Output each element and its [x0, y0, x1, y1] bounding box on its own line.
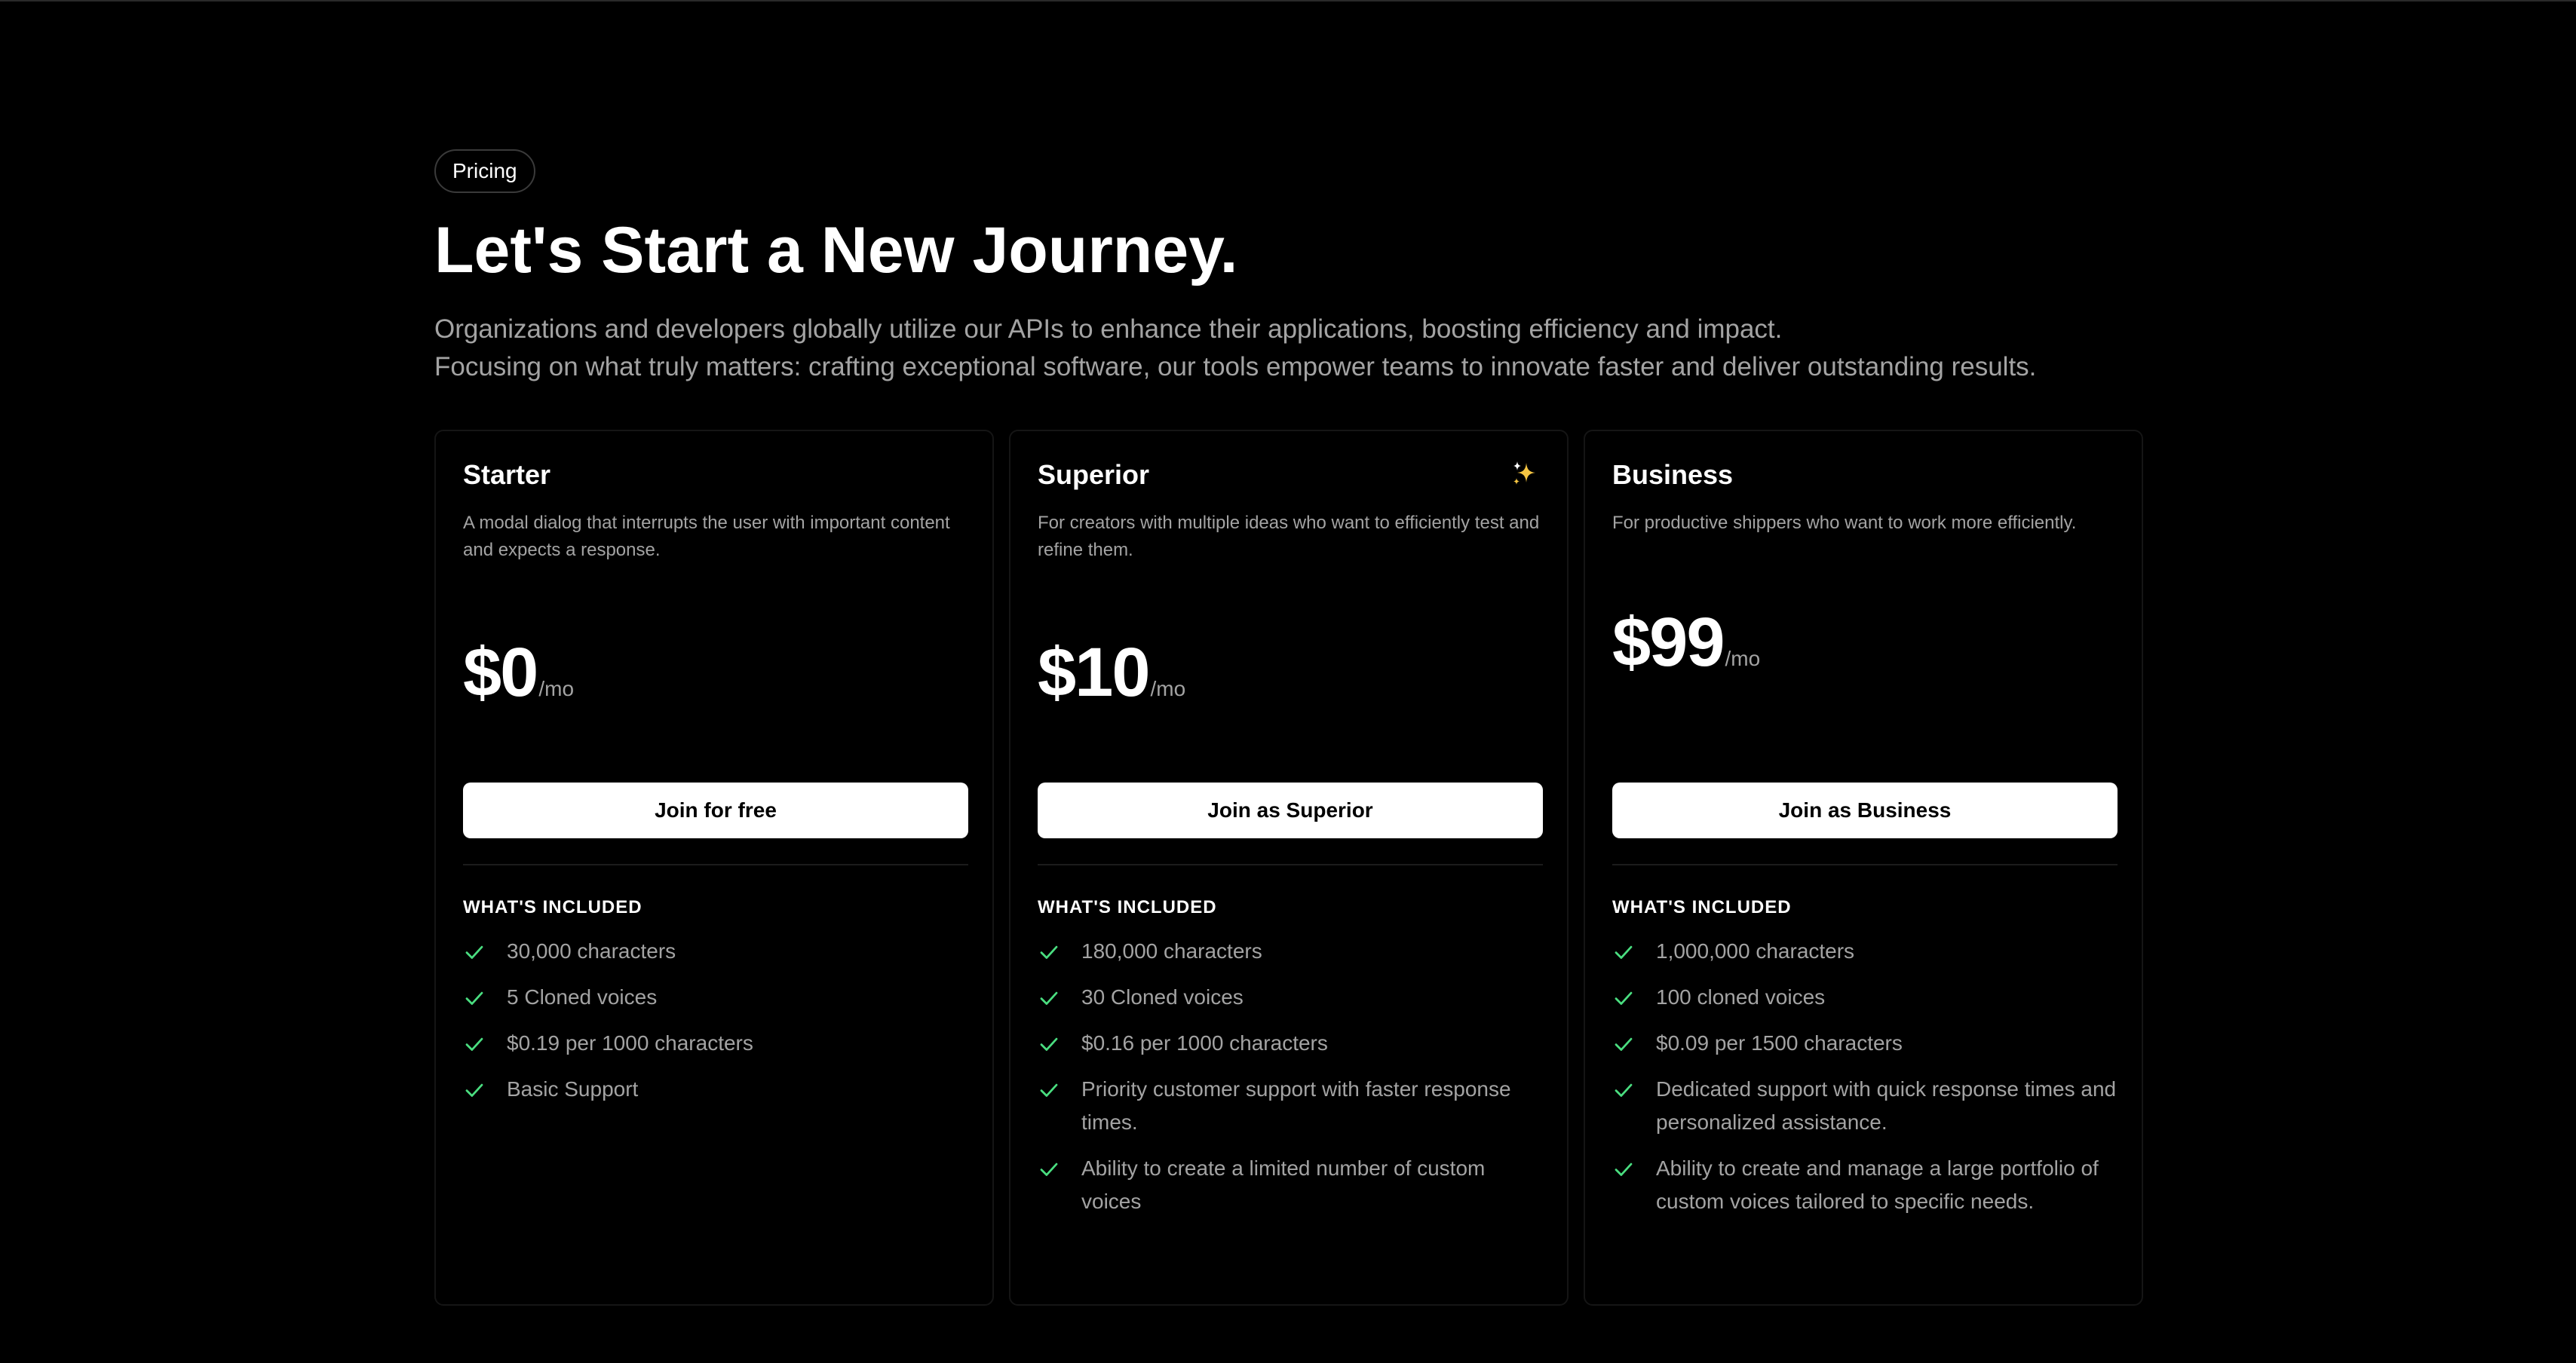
plan-price: $10 /mo — [1038, 635, 1185, 710]
feature-text: Ability to create a limited number of cu… — [1081, 1156, 1486, 1213]
feature-item: 30,000 characters — [463, 938, 968, 968]
join-superior-button[interactable]: Join as Superior — [1038, 783, 1543, 838]
feature-text: $0.19 per 1000 characters — [507, 1031, 753, 1055]
check-icon — [1615, 1162, 1633, 1176]
join-business-button[interactable]: Join as Business — [1612, 783, 2118, 838]
plan-card-business: Business For productive shippers who wan… — [1584, 430, 2143, 1306]
feature-item: 180,000 characters — [1038, 938, 1543, 968]
feature-list: 1,000,000 characters 100 cloned voices $… — [1612, 938, 2118, 1234]
divider — [1612, 864, 2118, 865]
check-icon — [1040, 945, 1058, 959]
feature-item: $0.19 per 1000 characters — [463, 1030, 968, 1060]
check-icon — [465, 945, 483, 959]
feature-item: Priority customer support with faster re… — [1038, 1076, 1543, 1139]
price-amount: $99 — [1612, 604, 1725, 681]
feature-text: Basic Support — [507, 1077, 639, 1101]
feature-item: 5 Cloned voices — [463, 984, 968, 1014]
plan-description: For creators with multiple ideas who wan… — [1038, 513, 1540, 560]
price-amount: $0 — [463, 634, 538, 711]
pricing-badge: Pricing — [434, 149, 535, 193]
check-icon — [1040, 991, 1058, 1005]
price-amount: $10 — [1038, 634, 1150, 711]
plan-card-starter: Starter A modal dialog that interrupts t… — [434, 430, 994, 1306]
feature-item: $0.16 per 1000 characters — [1038, 1030, 1543, 1060]
check-icon — [465, 991, 483, 1005]
included-heading: WHAT'S INCLUDED — [1612, 897, 1792, 917]
check-icon — [1615, 991, 1633, 1005]
feature-text: 5 Cloned voices — [507, 985, 658, 1009]
price-period: /mo — [1725, 647, 1761, 670]
feature-text: $0.09 per 1500 characters — [1656, 1031, 1903, 1055]
plan-description: A modal dialog that interrupts the user … — [463, 513, 950, 560]
feature-item: $0.09 per 1500 characters — [1612, 1030, 2118, 1060]
check-icon — [1040, 1162, 1058, 1176]
plan-description: For productive shippers who want to work… — [1612, 513, 2077, 533]
check-icon — [465, 1037, 483, 1051]
feature-item: Ability to create a limited number of cu… — [1038, 1155, 1543, 1218]
plan-name: Superior — [1038, 459, 1150, 490]
feature-text: $0.16 per 1000 characters — [1081, 1031, 1328, 1055]
plan-price: $0 /mo — [463, 635, 574, 710]
included-heading: WHAT'S INCLUDED — [1038, 897, 1217, 917]
join-free-button[interactable]: Join for free — [463, 783, 968, 838]
feature-item: 30 Cloned voices — [1038, 984, 1543, 1014]
feature-item: 1,000,000 characters — [1612, 938, 2118, 968]
check-icon — [1040, 1037, 1058, 1051]
feature-text: Priority customer support with faster re… — [1081, 1077, 1511, 1134]
plan-name: Starter — [463, 459, 551, 490]
plan-name: Business — [1612, 459, 1734, 490]
subtitle-line-1: Organizations and developers globally ut… — [434, 314, 1783, 344]
plan-cards: Starter A modal dialog that interrupts t… — [434, 430, 2143, 1306]
feature-text: Dedicated support with quick response ti… — [1656, 1077, 2117, 1134]
feature-item: Ability to create and manage a large por… — [1612, 1155, 2118, 1218]
price-period: /mo — [538, 677, 575, 700]
plan-price: $99 /mo — [1612, 605, 1760, 680]
feature-list: 180,000 characters 30 Cloned voices $0.1… — [1038, 938, 1543, 1234]
check-icon — [1040, 1083, 1058, 1097]
feature-text: 180,000 characters — [1081, 939, 1262, 963]
feature-text: Ability to create and manage a large por… — [1656, 1156, 2099, 1213]
check-icon — [1615, 1037, 1633, 1051]
feature-text: 30,000 characters — [507, 939, 676, 963]
check-icon — [1615, 945, 1633, 959]
included-heading: WHAT'S INCLUDED — [463, 897, 642, 917]
check-icon — [1615, 1083, 1633, 1097]
sparkle-icon — [1513, 461, 1535, 485]
plan-card-superior: Superior For creators with multiple idea… — [1009, 430, 1569, 1306]
feature-item: Basic Support — [463, 1076, 968, 1106]
feature-text: 100 cloned voices — [1656, 985, 1826, 1009]
pricing-section: Pricing Let's Start a New Journey. Organ… — [434, 149, 2145, 1306]
feature-item: Dedicated support with quick response ti… — [1612, 1076, 2118, 1139]
page-subtitle: Organizations and developers globally ut… — [434, 311, 2145, 386]
price-period: /mo — [1150, 677, 1186, 700]
feature-item: 100 cloned voices — [1612, 984, 2118, 1014]
feature-list: 30,000 characters 5 Cloned voices $0.19 … — [463, 938, 968, 1122]
divider — [463, 864, 968, 865]
page-title: Let's Start a New Journey. — [434, 214, 1238, 286]
feature-text: 30 Cloned voices — [1081, 985, 1244, 1009]
divider — [1038, 864, 1543, 865]
feature-text: 1,000,000 characters — [1656, 939, 1855, 963]
check-icon — [465, 1083, 483, 1097]
subtitle-line-2: Focusing on what truly matters: crafting… — [434, 352, 2037, 381]
